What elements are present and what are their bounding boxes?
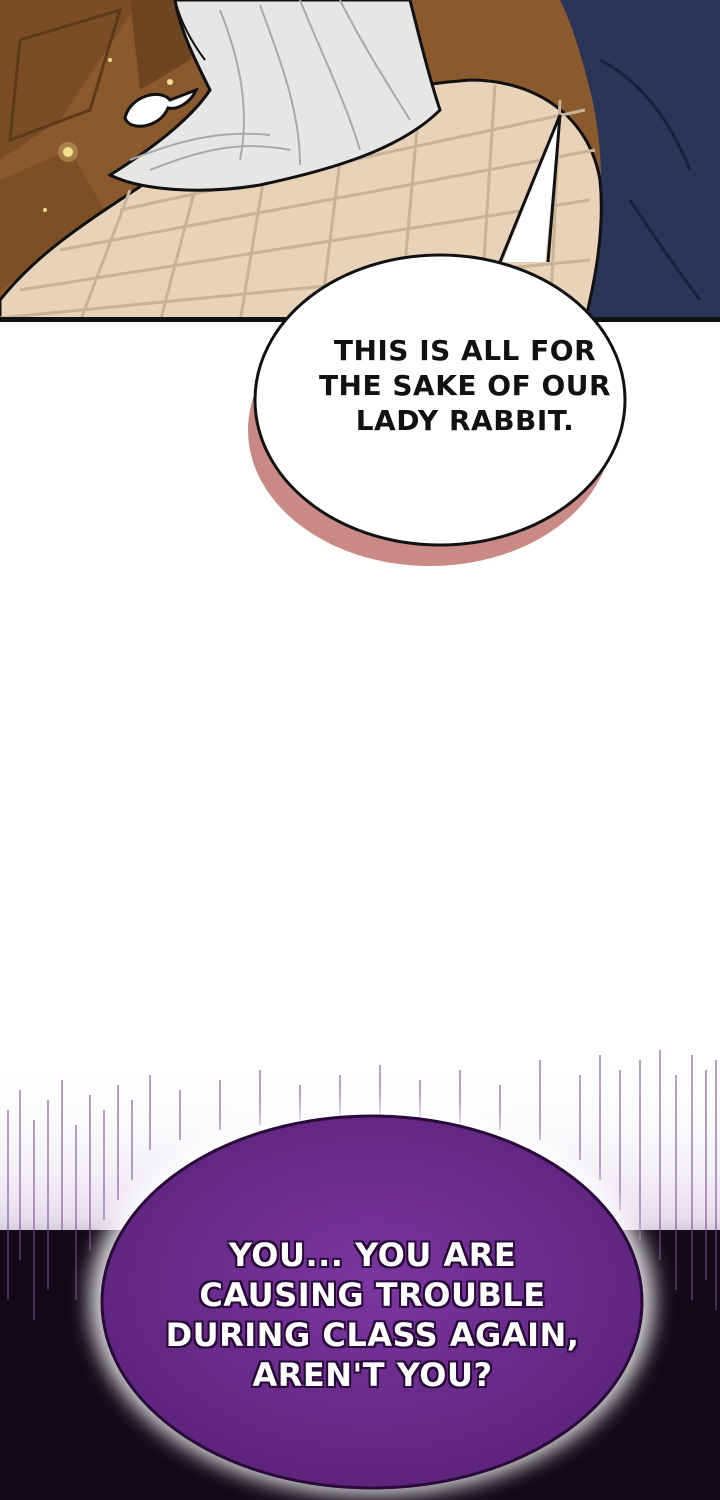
speech-bubble-2-text: YOU... YOU ARE CAUSING TROUBLE DURING CL… bbox=[165, 1236, 580, 1394]
